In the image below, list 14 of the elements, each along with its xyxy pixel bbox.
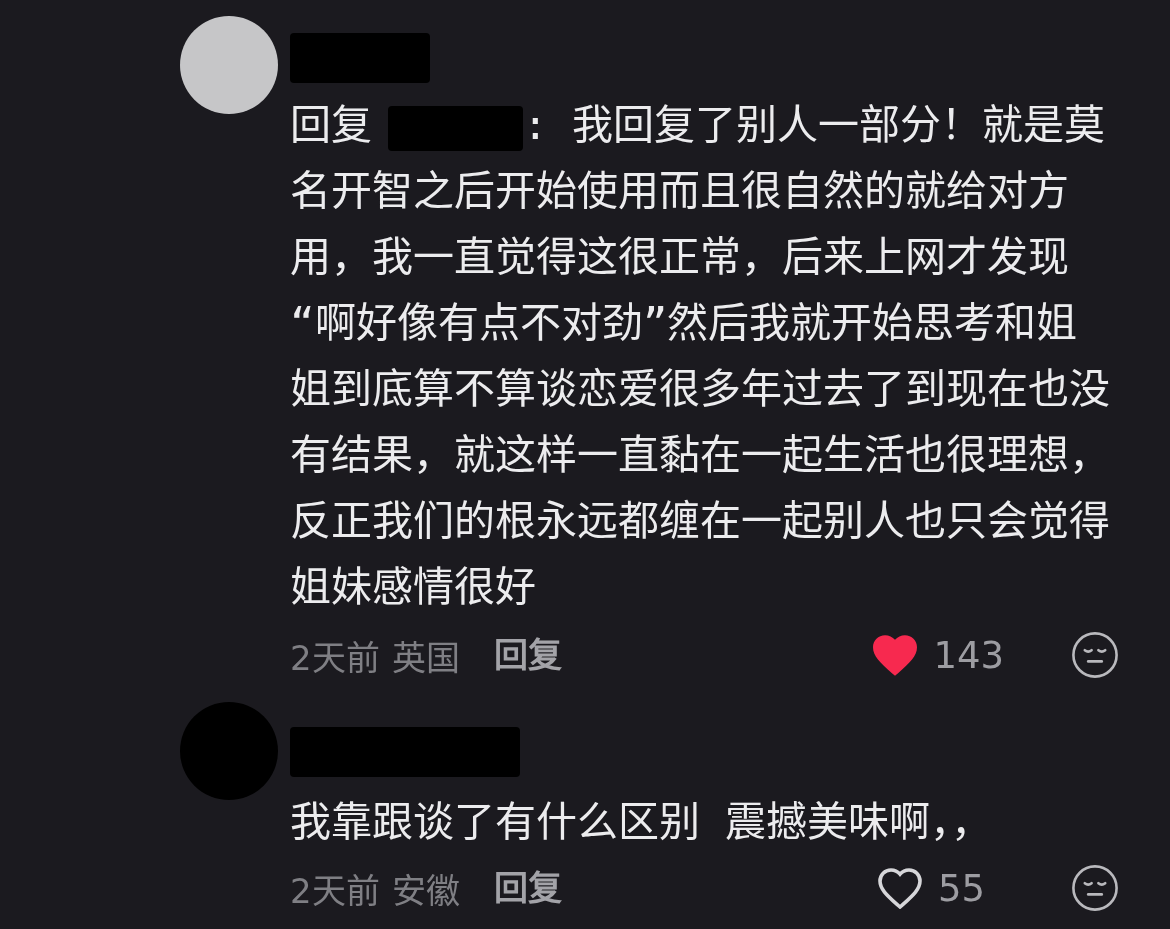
timestamp: 2天前 (290, 636, 380, 680)
reply-button[interactable]: 回复 (493, 635, 562, 675)
like-count: 55 (938, 866, 987, 910)
like-count: 143 (933, 633, 1004, 677)
face-icon[interactable] (1072, 865, 1118, 911)
heart-outline-icon[interactable] (878, 867, 922, 909)
heart-icon[interactable] (873, 634, 918, 676)
timestamp: 2天前 (290, 869, 380, 913)
location-label: 英国 (391, 636, 460, 680)
comment-text: 我靠跟谈了有什么区别 震撼美味啊，， (290, 797, 993, 848)
location-label: 安徽 (391, 869, 460, 913)
face-icon[interactable] (1072, 632, 1118, 678)
comment-text: 回复 : 我回复了别人一部分！就是莫名开智之后开始使用而且很自然的就给对方用，我一直觉得这很正常，后来上网才发现“啊好像有点不对劲”然后我就开始思考和姐姐到底算不算谈恋爱很多年过去了到现在也没有结果，就这样一直黏在一起生活也很理想，反正我们的根永远都缠在一起别人也只会觉得姐妹感情很好 (290, 100, 1111, 613)
reply-button[interactable]: 回复 (493, 868, 562, 908)
